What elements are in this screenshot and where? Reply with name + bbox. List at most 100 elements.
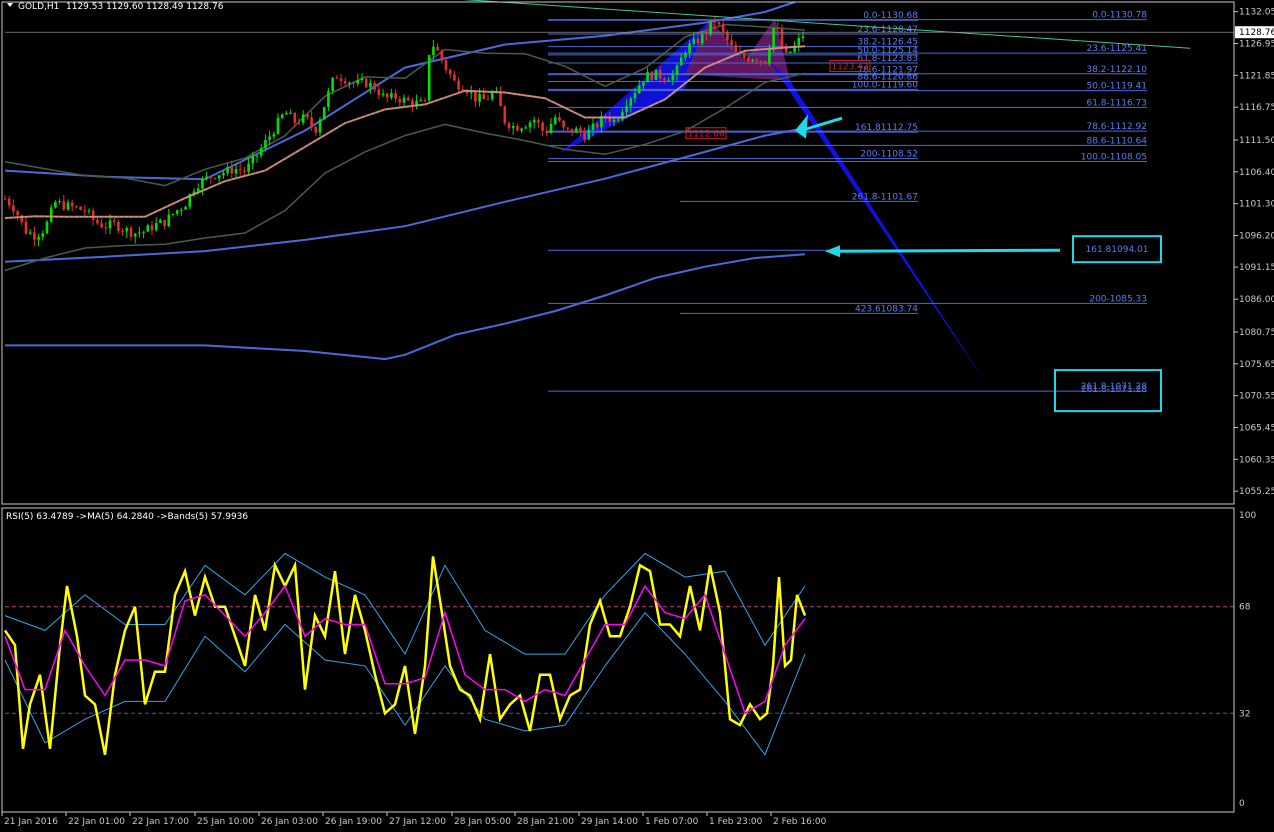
candle-body [37,236,40,240]
candle-body [87,210,91,212]
candle-body [79,206,82,210]
candle-body [650,72,654,80]
candle-body [28,232,32,234]
candle-body [154,222,158,231]
candle-body [474,92,477,102]
candle-body [705,33,708,35]
candle-body [595,123,599,128]
fib-level-label: 200-1085.33 [1089,294,1147,304]
rsi-axis-label: 68 [1239,603,1251,613]
rsi-readout: RSI(5) 63.4789 ->MA(5) 64.2840 ->Bands(5… [6,512,248,522]
price-axis-label: 1096.20 [1239,232,1274,242]
candle-body [658,69,662,79]
candle-body [129,228,133,237]
candle-body [390,92,393,98]
candle-body [385,93,389,98]
time-axis-label: 21 Jan 2016 [4,817,58,827]
candle-body [234,168,238,174]
candle-body [545,130,549,134]
trading-chart[interactable]: 0.0-1130.78 23.6-1125.41 38.2-1122.10 50.0-… [0,0,1274,829]
candle-body [125,228,129,232]
rsi-axis-label: 100 [1239,511,1256,521]
candle-body [209,176,213,178]
fib-level-label: 23.6-1125.41 [1086,44,1147,54]
candle-body [112,220,116,222]
price-axis-label: 1080.75 [1239,328,1274,338]
price-axis-label: 1060.35 [1239,455,1274,465]
time-axis-label: 2 Feb 16:00 [773,817,827,827]
candle-body [360,78,364,81]
candle-body [591,123,595,130]
time-axis-label: 22 Jan 17:00 [132,817,189,827]
time-axis-label: 1 Feb 07:00 [645,817,699,827]
candle-body [503,106,507,124]
candle-body [516,126,519,131]
candle-body [373,83,376,90]
time-axis-label: 26 Jan 19:00 [325,817,382,827]
candle-body [776,27,780,29]
fib-level-label: 100.0-1108.05 [1081,153,1147,163]
candle-body [16,211,19,216]
candle-body [138,232,141,234]
symbol-label: GOLD,H1 [18,2,59,12]
candle-body [688,43,691,53]
candle-body [62,201,66,210]
fib-level-label: 261.8-1101.67 [852,192,918,202]
candle-body [579,128,582,133]
candle-body [356,80,360,84]
candle-body [721,24,725,32]
candle-body [574,128,578,133]
candle-body [646,72,649,83]
candle-body [742,52,746,59]
rsi-axis-label: 0 [1239,799,1245,809]
fib-level-label: 0.0-1130.78 [1092,11,1147,21]
candle-body [205,176,208,179]
candle-body [696,38,700,44]
chart-canvas[interactable]: 0.0-1130.78 23.6-1125.41 38.2-1122.10 50.0-… [0,0,1274,829]
price-axis-label: 1106.40 [1239,168,1274,178]
candle-body [70,202,74,207]
candle-body [96,219,99,224]
chart-background [0,0,1274,829]
candle-body [768,48,771,64]
candle-body [549,124,553,134]
candle-body [213,177,217,179]
candle-body [684,52,687,58]
candle-body [734,45,738,52]
candle-body [507,123,511,129]
price-axis-label: 1132.05 [1239,8,1274,18]
candle-body [587,129,591,140]
candle-body [272,133,276,137]
time-axis-label: 22 Jan 01:00 [68,817,125,827]
candle-body [654,69,658,80]
candle-body [528,122,532,128]
candle-body [663,78,666,81]
price-axis-label: 1086.00 [1239,295,1274,305]
candle-body [625,106,628,112]
candle-body [755,59,759,62]
price-axis-label: 1101.30 [1239,200,1274,210]
candle-body [352,82,355,84]
candle-body [7,198,11,206]
candle-body [196,188,200,192]
candle-body [440,50,444,61]
candle-body [293,112,297,123]
candle-body [268,136,271,140]
time-axis-label: 29 Jan 14:00 [581,817,638,827]
time-axis-label: 26 Jan 03:00 [261,817,318,827]
candle-body [45,221,49,234]
fib-level-label: 50.0-1119.41 [1086,82,1147,92]
candle-body [339,78,343,82]
candle-body [423,100,427,102]
candle-body [314,126,318,133]
candle-body [3,198,7,200]
ohlc-readout: 1129.53 1129.60 1128.49 1128.76 [66,2,224,12]
candle-body [121,230,124,232]
time-axis-label: 25 Jan 10:00 [197,817,254,827]
candle-body [133,233,137,237]
candle-body [100,223,103,228]
candle-body [432,46,435,56]
candle-body [671,74,675,81]
candle-body [381,93,385,96]
fib-level-label: 0.0-1130.68 [863,11,918,21]
